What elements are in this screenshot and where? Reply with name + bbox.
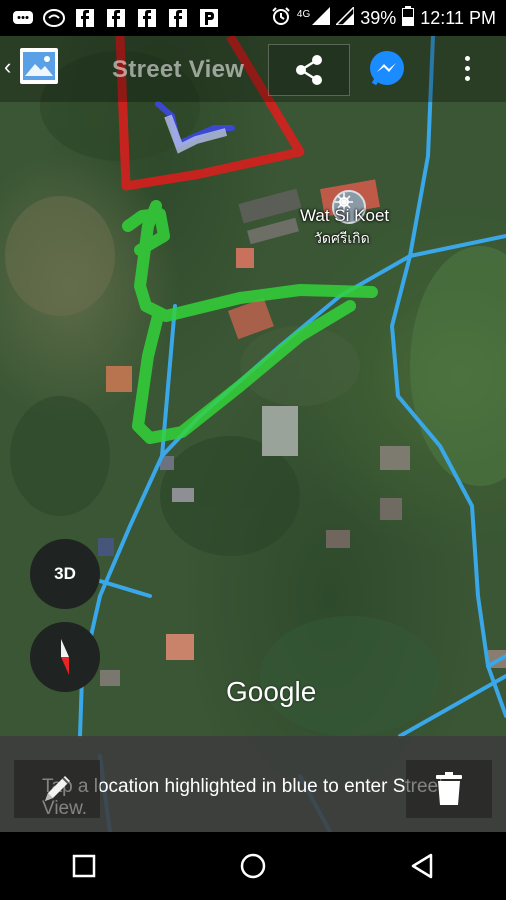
parking-icon — [198, 8, 220, 28]
notification-icon — [43, 8, 65, 28]
top-toolbar: ‹ Street View — [0, 36, 506, 102]
google-attribution: Google — [226, 676, 317, 707]
clock-time: 12:11 PM — [420, 7, 496, 28]
trash-icon — [436, 772, 462, 805]
map-overlay — [5, 36, 506, 832]
place-name-local: วัดศรีเกิด — [314, 230, 370, 246]
facebook-icon — [74, 8, 96, 28]
back-chevron-icon[interactable]: ‹ — [4, 54, 11, 80]
toolbar-title: Street View — [112, 56, 245, 83]
pencil-button[interactable] — [14, 760, 100, 818]
image-thumbnail-icon[interactable] — [20, 48, 58, 84]
place-name[interactable]: Wat Si Koet — [300, 206, 389, 226]
three-d-button[interactable]: 3D — [30, 539, 100, 609]
battery-icon — [402, 5, 415, 31]
share-button[interactable] — [268, 44, 350, 96]
network-type: 4G — [296, 8, 311, 20]
signal-icon — [334, 4, 355, 30]
alarm-icon — [271, 6, 291, 31]
battery-percent: 39% — [360, 7, 397, 28]
facebook-icon — [105, 8, 127, 28]
share-icon — [296, 55, 322, 85]
satellite-map[interactable] — [0, 36, 506, 832]
recents-square-icon[interactable] — [59, 841, 109, 891]
facebook-icon — [167, 8, 189, 28]
messenger-icon — [370, 51, 404, 86]
home-circle-icon[interactable] — [228, 841, 278, 891]
signal-icon — [312, 6, 331, 30]
pencil-icon — [45, 776, 70, 801]
status-bar: 4G 39% 12:11 PM — [0, 0, 506, 36]
facebook-icon — [136, 8, 158, 28]
back-triangle-icon[interactable] — [397, 841, 447, 891]
more-vert-icon[interactable] — [452, 48, 482, 88]
messenger-button[interactable] — [356, 44, 418, 94]
message-icon — [12, 8, 34, 28]
compass-icon[interactable] — [30, 622, 100, 692]
trash-button[interactable] — [406, 760, 492, 818]
system-nav-bar — [0, 832, 506, 900]
